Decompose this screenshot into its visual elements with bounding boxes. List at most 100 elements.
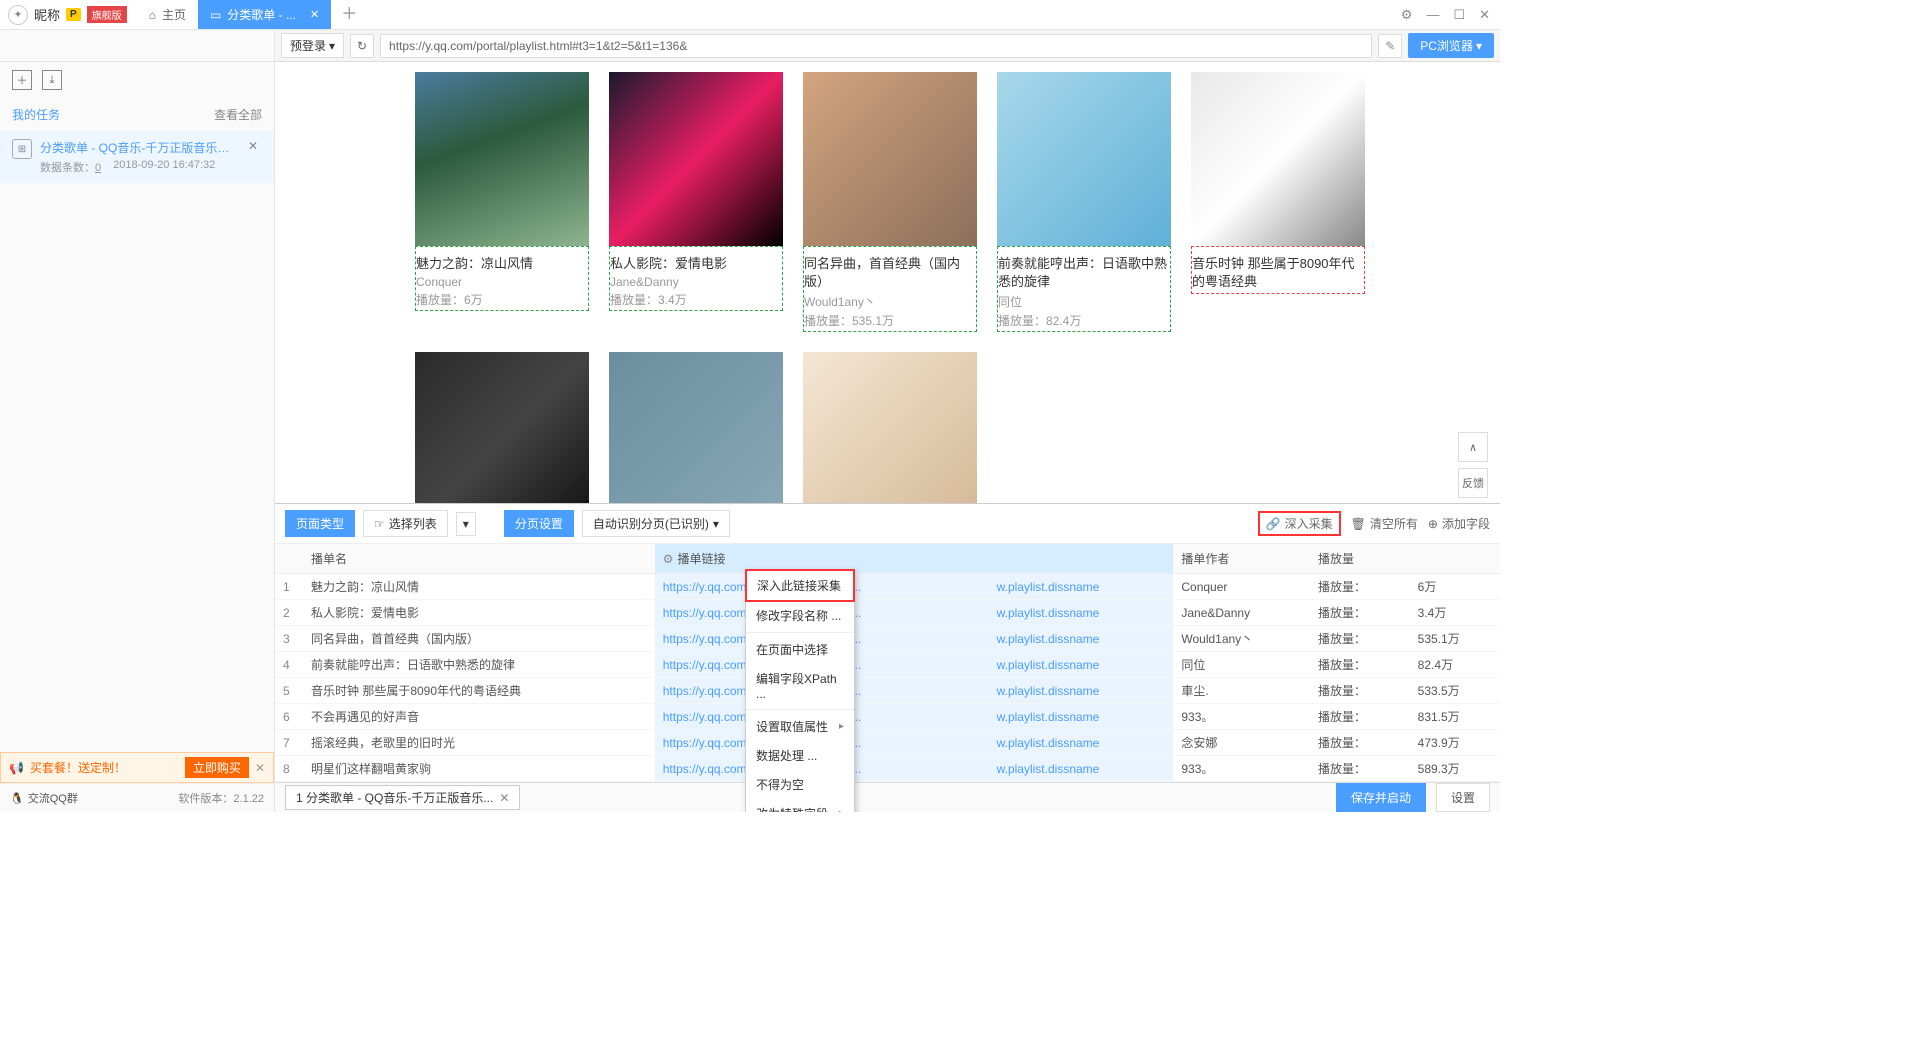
col-name[interactable]: 播单名 (303, 544, 655, 574)
ctx-set-attr[interactable]: 设置取值属性▸ (746, 712, 854, 741)
cell-plays-label: 播放量： (1310, 678, 1410, 704)
task-item[interactable]: ⊞ 分类歌单 - QQ音乐-千万正版音乐海量无损曲... 数据条数：0 2018… (0, 131, 274, 183)
playlist-card[interactable]: 魅力之韵：凉山风情 Conquer 播放量：6万 (415, 72, 589, 332)
cell-link2[interactable]: w.playlist.dissname (989, 730, 1174, 756)
context-menu: 深入此链接采集 修改字段名称 ... 在页面中选择 编辑字段XPath ... … (745, 569, 855, 812)
ctx-not-empty[interactable]: 不得为空 (746, 770, 854, 799)
maximize-button[interactable]: ☐ (1453, 7, 1465, 23)
playlist-cover[interactable] (609, 352, 783, 503)
chevron-down-icon: ▾ (713, 517, 719, 531)
cell-link2[interactable]: w.playlist.dissname (989, 574, 1174, 600)
table-row[interactable]: 3 同名异曲，首首经典（国内版） https://y.qq.com/n/yqq/… (275, 626, 1500, 652)
pc-browser-button[interactable]: PC浏览器▾ (1408, 33, 1494, 58)
cell-link2[interactable]: w.playlist.dissname (989, 678, 1174, 704)
page-setting-button[interactable]: 分页设置 (504, 510, 574, 537)
promo-close-icon[interactable]: ✕ (255, 761, 265, 775)
buy-now-button[interactable]: 立即购买 (185, 757, 249, 778)
cell-author: Would1any丶 (1173, 626, 1310, 652)
tab-close-icon[interactable]: ✕ (310, 8, 319, 21)
cell-plays-value: 82.4万 (1410, 652, 1500, 678)
tab-active[interactable]: ▭ 分类歌单 - ... ✕ (198, 0, 331, 29)
cell-name: 音乐时钟 那些属于8090年代的粤语经典 (303, 678, 655, 704)
cell-author: 933。 (1173, 756, 1310, 782)
auto-page-dropdown[interactable]: 自动识别分页(已识别)▾ (582, 510, 730, 537)
cell-plays-value: 6万 (1410, 574, 1500, 600)
table-row[interactable]: 4 前奏就能哼出声：日语歌中熟悉的旋律 https://y.qq.com/n/y… (275, 652, 1500, 678)
deep-collect-button[interactable]: 🔗深入采集 (1258, 511, 1341, 536)
cell-plays-label: 播放量： (1310, 574, 1410, 600)
table-row[interactable]: 5 音乐时钟 那些属于8090年代的粤语经典 https://y.qq.com/… (275, 678, 1500, 704)
playlist-card[interactable]: 摇滚经典，老歌里的旧时光 念安娜 (609, 352, 783, 503)
playlist-cover[interactable] (1191, 72, 1365, 246)
playlist-cover[interactable] (609, 72, 783, 246)
select-list-button[interactable]: ☞选择列表 (363, 510, 448, 537)
playlist-cover[interactable] (997, 72, 1171, 246)
plus-circle-icon: ⊕ (1428, 517, 1438, 531)
select-list-dropdown[interactable]: ▾ (456, 512, 476, 536)
scroll-top-button[interactable]: ∧ (1458, 432, 1488, 462)
table-row[interactable]: 6 不会再遇见的好声音 https://y.qq.com/n/yqq/plays… (275, 704, 1500, 730)
playlist-cover[interactable] (415, 72, 589, 246)
col-author[interactable]: 播单作者 (1173, 544, 1310, 574)
close-button[interactable]: ✕ (1479, 7, 1490, 23)
table-row[interactable]: 1 魅力之韵：凉山风情 https://y.qq.com/n/yqq/plays… (275, 574, 1500, 600)
col-plays[interactable]: 播放量 (1310, 544, 1410, 574)
cell-link2[interactable]: w.playlist.dissname (989, 600, 1174, 626)
playlist-card[interactable]: 同名异曲，首首经典（国内版） Would1any丶 播放量：535.1万 (803, 72, 977, 332)
browser-view[interactable]: 魅力之韵：凉山风情 Conquer 播放量：6万 私人影院：爱情电影 Jane&… (275, 62, 1500, 503)
edit-button[interactable]: ✎ (1378, 34, 1402, 58)
playlist-card[interactable]: 私人影院：爱情电影 Jane&Danny 播放量：3.4万 (609, 72, 783, 332)
task-title: 分类歌单 - QQ音乐-千万正版音乐海量无损曲... (40, 139, 236, 156)
playlist-cover[interactable] (415, 352, 589, 503)
save-start-button[interactable]: 保存并启动 (1336, 783, 1426, 812)
address-bar: 预登录▾ ↻ ✎ PC浏览器▾ (275, 30, 1500, 62)
ctx-select-in-page[interactable]: 在页面中选择 (746, 635, 854, 664)
playlist-card[interactable]: 前奏就能哼出声：日语歌中熟悉的旋律 同位 播放量：82.4万 (997, 72, 1171, 332)
add-field-button[interactable]: ⊕添加字段 (1428, 515, 1490, 532)
cell-link2[interactable]: w.playlist.dissname (989, 704, 1174, 730)
qq-group-link[interactable]: 🐧 交流QQ群 (10, 790, 78, 806)
settings-button[interactable]: 设置 (1436, 783, 1490, 812)
cell-link2[interactable]: w.playlist.dissname (989, 626, 1174, 652)
minimize-button[interactable]: — (1426, 7, 1439, 22)
tab-home[interactable]: ⌂ 主页 (137, 0, 198, 29)
playlist-author: Would1any丶 (804, 293, 976, 310)
row-number: 6 (275, 704, 303, 730)
import-task-icon[interactable]: ⤓ (42, 70, 62, 90)
clear-all-button[interactable]: 🗑清空所有 (1351, 515, 1418, 532)
ctx-special-field[interactable]: 改为特殊字段▸ (746, 799, 854, 812)
table-row[interactable]: 8 明星们这样翻唱黄家驹 https://y.qq.com/n/yqq/play… (275, 756, 1500, 782)
settings-gear-icon[interactable]: ⚙ (1401, 7, 1413, 23)
home-icon: ⌂ (149, 8, 156, 22)
ctx-deep-link[interactable]: 深入此链接采集 (745, 569, 855, 602)
view-all-link[interactable]: 查看全部 (214, 106, 262, 123)
table-row[interactable]: 7 摇滚经典，老歌里的旧时光 https://y.qq.com/n/yqq/pl… (275, 730, 1500, 756)
ctx-edit-xpath[interactable]: 编辑字段XPath ... (746, 664, 854, 707)
task-close-icon[interactable]: ✕ (244, 139, 262, 175)
playlist-title: 私人影院：爱情电影 (610, 255, 782, 273)
new-task-icon[interactable]: ＋ (12, 70, 32, 90)
tab-active-label: 分类歌单 - ... (227, 6, 296, 23)
pro-badge: P (66, 8, 81, 21)
feedback-button[interactable]: 反馈 (1458, 468, 1488, 498)
playlist-cover[interactable] (803, 72, 977, 246)
playlist-card[interactable]: 明星们这样翻唱黄家驹 (803, 352, 977, 503)
row-number: 7 (275, 730, 303, 756)
cell-plays-value: 535.1万 (1410, 626, 1500, 652)
footer-tab[interactable]: 1 分类歌单 - QQ音乐-千万正版音乐...✕ (285, 785, 520, 810)
ctx-data-proc[interactable]: 数据处理 ... (746, 741, 854, 770)
playlist-cover[interactable] (803, 352, 977, 503)
cell-link2[interactable]: w.playlist.dissname (989, 756, 1174, 782)
cell-link2[interactable]: w.playlist.dissname (989, 652, 1174, 678)
table-row[interactable]: 2 私人影院：爱情电影 https://y.qq.com/n/yqq/plays… (275, 600, 1500, 626)
page-type-button[interactable]: 页面类型 (285, 510, 355, 537)
url-input[interactable] (380, 34, 1372, 58)
new-tab-button[interactable]: ＋ (331, 0, 367, 29)
ctx-rename[interactable]: 修改字段名称 ... (746, 601, 854, 630)
playlist-card[interactable]: 不会再遇见的好声音 933。 (415, 352, 589, 503)
footer-tab-close-icon[interactable]: ✕ (499, 791, 509, 805)
playlist-card[interactable]: 音乐时钟 那些属于8090年代的粤语经典 (1191, 72, 1365, 332)
playlist-author: 同位 (998, 293, 1170, 310)
reload-button[interactable]: ↻ (350, 34, 374, 58)
pre-login-button[interactable]: 预登录▾ (281, 33, 344, 58)
